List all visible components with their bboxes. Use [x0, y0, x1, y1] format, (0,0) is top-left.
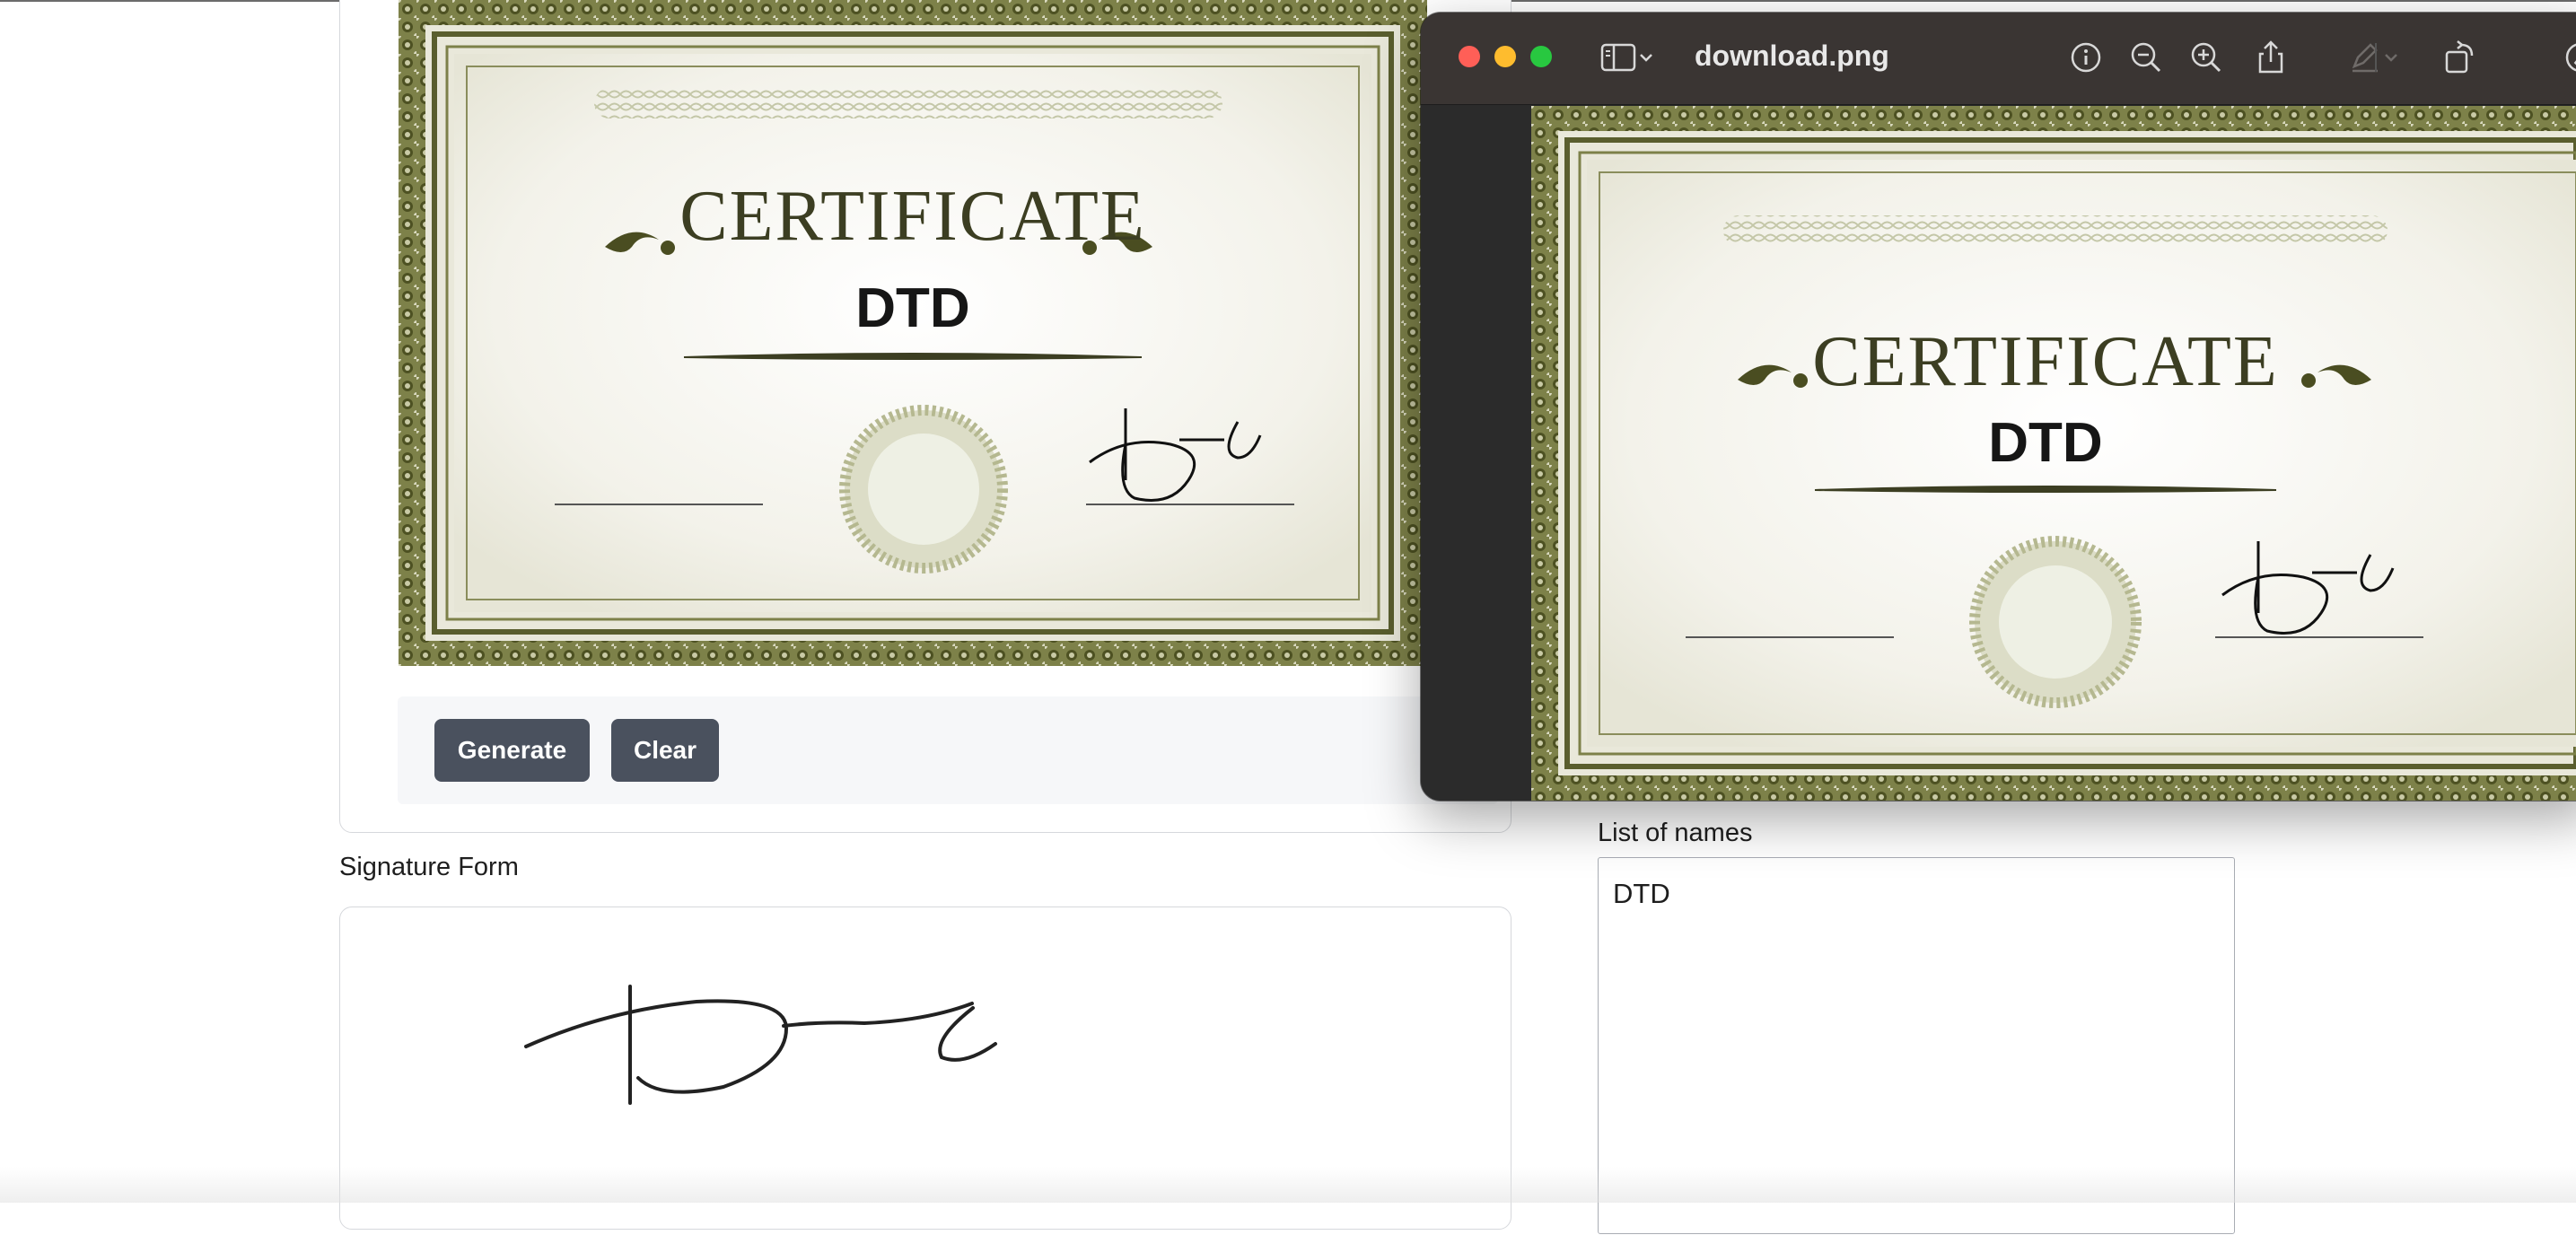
certificate-recipient: DTD [855, 277, 970, 339]
zoom-window-button[interactable] [1530, 46, 1552, 67]
preview-certificate-recipient: DTD [1988, 412, 2103, 474]
signature-form-label: Signature Form [339, 853, 519, 881]
zoom-out-icon[interactable] [2126, 38, 2166, 77]
names-textarea[interactable]: DTD [1598, 857, 2235, 1234]
toolbar-divider [2374, 38, 2378, 77]
chevron-down-icon[interactable] [1636, 38, 1656, 77]
info-icon[interactable] [2066, 38, 2106, 77]
more-icon[interactable] [2561, 38, 2576, 77]
preview-certificate-image: CERTIFICATE DTD [1531, 106, 2576, 801]
preview-titlebar[interactable]: download.png [1421, 13, 2576, 105]
preview-sidebar [1421, 105, 1531, 801]
share-icon[interactable] [2251, 38, 2291, 77]
minimize-window-button[interactable] [1494, 46, 1516, 67]
generate-button[interactable]: Generate [434, 719, 590, 782]
clear-button[interactable]: Clear [611, 719, 719, 782]
certificate-title: CERTIFICATE [679, 177, 1146, 256]
markup-chevron-down-icon[interactable] [2381, 38, 2401, 77]
markup-icon[interactable] [2345, 38, 2385, 77]
zoom-in-icon[interactable] [2186, 38, 2226, 77]
rotate-icon[interactable] [2440, 38, 2479, 77]
certificate-preview: CERTIFICATE DTD [399, 0, 1427, 666]
close-window-button[interactable] [1459, 46, 1480, 67]
sidebar-icon[interactable] [1599, 38, 1638, 77]
signature-pad[interactable] [339, 907, 1511, 1230]
signature-stroke [524, 985, 997, 1105]
preview-certificate-title: CERTIFICATE [1812, 322, 2279, 401]
preview-window-title: download.png [1695, 39, 1889, 72]
names-label: List of names [1598, 819, 1753, 847]
